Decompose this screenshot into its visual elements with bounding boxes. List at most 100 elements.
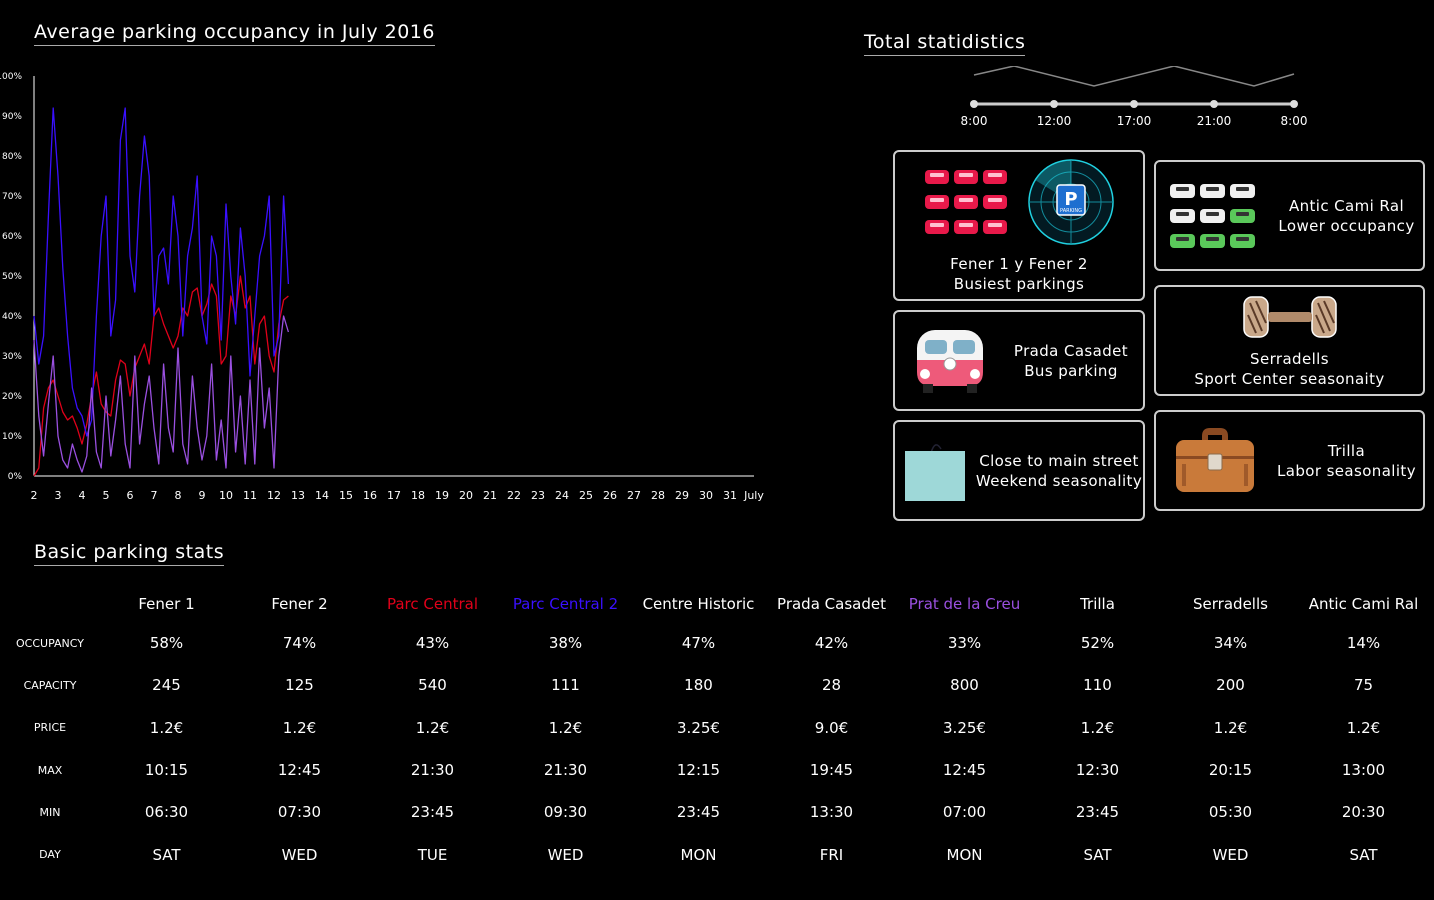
timeline-label: 12:00: [1037, 114, 1072, 128]
column-header: Antic Cami Ral: [1308, 595, 1419, 613]
card-fener-title: Fener 1 y Fener 2: [950, 254, 1088, 273]
stats-title: Total statidistics: [864, 31, 1026, 56]
card-antic-text: Antic Cami Ral Lower occupancy: [1270, 196, 1423, 236]
x-tick-label: 29: [675, 489, 689, 502]
cars-low-occupancy-icon: [1170, 183, 1255, 248]
timeline-dot[interactable]: [970, 100, 978, 108]
table-cell: 12:30: [1075, 761, 1120, 780]
x-tick-label: 18: [411, 489, 425, 502]
table-row: OCCUPANCY 58% 74% 43% 38% 47% 42% 33% 52% 34% 14%: [0, 622, 1430, 664]
timeline-label: 17:00: [1117, 114, 1152, 128]
card-prada[interactable]: Prada Casadet Bus parking: [893, 310, 1145, 411]
table-cell: 05:30: [1208, 803, 1253, 822]
table-row: MAX 10:15 12:45 21:30 21:30 12:15 19:45 12:45 12…: [0, 749, 1430, 791]
y-tick-label: 60%: [2, 232, 22, 242]
x-tick-label: 19: [435, 489, 449, 502]
x-tick-label: 13: [291, 489, 305, 502]
table-cell: 74%: [282, 634, 317, 653]
table-cell: 1.2€: [1213, 718, 1248, 737]
timeline-dot[interactable]: [1290, 100, 1298, 108]
row-label: MAX: [37, 763, 63, 777]
table-cell: TUE: [417, 845, 448, 864]
card-fener-subtitle: Busiest parkings: [953, 274, 1085, 293]
x-tick-label: 11: [243, 489, 257, 502]
table-cell: 23:45: [1075, 803, 1120, 822]
card-main-street[interactable]: Close to main street Weekend seasonality: [893, 420, 1145, 521]
x-tick-label: 27: [627, 489, 641, 502]
card-main-street-title: Close to main street: [979, 451, 1139, 470]
x-tick-label: 15: [339, 489, 353, 502]
occupancy-chart: 0%10%20%30%40%50%60%70%80%90%100%2345678…: [0, 72, 764, 502]
x-tick-label: 6: [127, 489, 134, 502]
table-cell: 23:45: [676, 803, 721, 822]
x-tick-label: 25: [579, 489, 593, 502]
table-cell: 12:45: [942, 761, 987, 780]
table-cell: 12:45: [277, 761, 322, 780]
x-tick-label: 14: [315, 489, 329, 502]
x-tick-label: 9: [199, 489, 206, 502]
x-tick-label: 10: [219, 489, 233, 502]
x-tick-label: 8: [175, 489, 182, 502]
table-cell: 1.2€: [282, 718, 317, 737]
table-cell: 75: [1353, 676, 1374, 695]
column-header: Parc Central 2: [512, 595, 619, 613]
row-label: OCCUPANCY: [16, 636, 84, 650]
y-tick-label: 40%: [2, 312, 22, 322]
table-cell: 20:30: [1341, 803, 1386, 822]
x-tick-label: 2: [31, 489, 38, 502]
table-row: MIN 06:30 07:30 23:45 09:30 23:45 13:30 07:00 23…: [0, 791, 1430, 833]
card-trilla[interactable]: Trilla Labor seasonality: [1154, 410, 1425, 511]
table-cell: 38%: [548, 634, 583, 653]
briefcase-icon: [1176, 427, 1254, 492]
series-line-prat-de-la-creu: [33, 315, 290, 473]
card-fener[interactable]: P PARKING Fener 1 y Fener 2 Busiest park…: [893, 150, 1145, 301]
parking-radar-icon: P PARKING: [1028, 158, 1114, 245]
table-cell: 1.2€: [415, 718, 450, 737]
chart-title: Average parking occupancy in July 2016: [34, 21, 435, 46]
table-cell: 47%: [681, 634, 716, 653]
x-tick-label: 4: [79, 489, 86, 502]
card-main-street-subtitle: Weekend seasonality: [975, 471, 1143, 490]
table-cell: 12:15: [676, 761, 721, 780]
table-corner: [0, 586, 100, 622]
card-serradells-subtitle: Sport Center seasonaity: [1194, 369, 1385, 388]
card-antic-subtitle: Lower occupancy: [1278, 216, 1415, 235]
card-trilla-text: Trilla Labor seasonality: [1270, 441, 1423, 481]
y-tick-label: 10%: [2, 432, 22, 442]
x-tick-label: 31: [723, 489, 737, 502]
row-label: DAY: [39, 848, 61, 862]
table-cell: FRI: [819, 845, 844, 864]
table-cell: 1.2€: [1080, 718, 1115, 737]
timeline-dot[interactable]: [1050, 100, 1058, 108]
table-cell: 06:30: [144, 803, 189, 822]
table-cell: 33%: [947, 634, 982, 653]
y-tick-label: 50%: [2, 272, 22, 282]
y-tick-label: 100%: [0, 72, 22, 82]
table-cell: 10:15: [144, 761, 189, 780]
x-tick-label: 30: [699, 489, 713, 502]
x-tick-label: 5: [103, 489, 110, 502]
table-row: PRICE 1.2€ 1.2€ 1.2€ 1.2€ 3.25€ 9.0€ 3.25€ 1.2€ 1…: [0, 707, 1430, 749]
table-row: CAPACITY 245 125 540 111 180 28 800 110 200 75: [0, 664, 1430, 706]
table-cell: 43%: [415, 634, 450, 653]
x-tick-label: 7: [151, 489, 158, 502]
x-tick-label: 20: [459, 489, 473, 502]
table-cell: 21:30: [543, 761, 588, 780]
column-header: Fener 2: [271, 595, 328, 613]
table-cell: 3.25€: [943, 718, 986, 737]
card-antic[interactable]: Antic Cami Ral Lower occupancy: [1154, 160, 1425, 271]
table-row: DAY SAT WED TUE WED MON FRI MON SAT WED SAT: [0, 833, 1430, 875]
x-tick-label: 12: [267, 489, 281, 502]
table-cell: 42%: [814, 634, 849, 653]
column-header: Parc Central: [386, 595, 479, 613]
column-header: Prat de la Creu: [908, 595, 1021, 613]
card-serradells[interactable]: Serradells Sport Center seasonaity: [1154, 285, 1425, 396]
card-trilla-subtitle: Labor seasonality: [1276, 461, 1416, 480]
card-serradells-title: Serradells: [1250, 349, 1329, 368]
x-tick-label: July: [743, 489, 764, 502]
timeline-trend-line: [973, 66, 1295, 87]
card-serradells-text: Serradells Sport Center seasonaity: [1194, 349, 1384, 389]
timeline-dot[interactable]: [1210, 100, 1218, 108]
timeline-dot[interactable]: [1130, 100, 1138, 108]
column-header: Centre Historic: [642, 595, 755, 613]
